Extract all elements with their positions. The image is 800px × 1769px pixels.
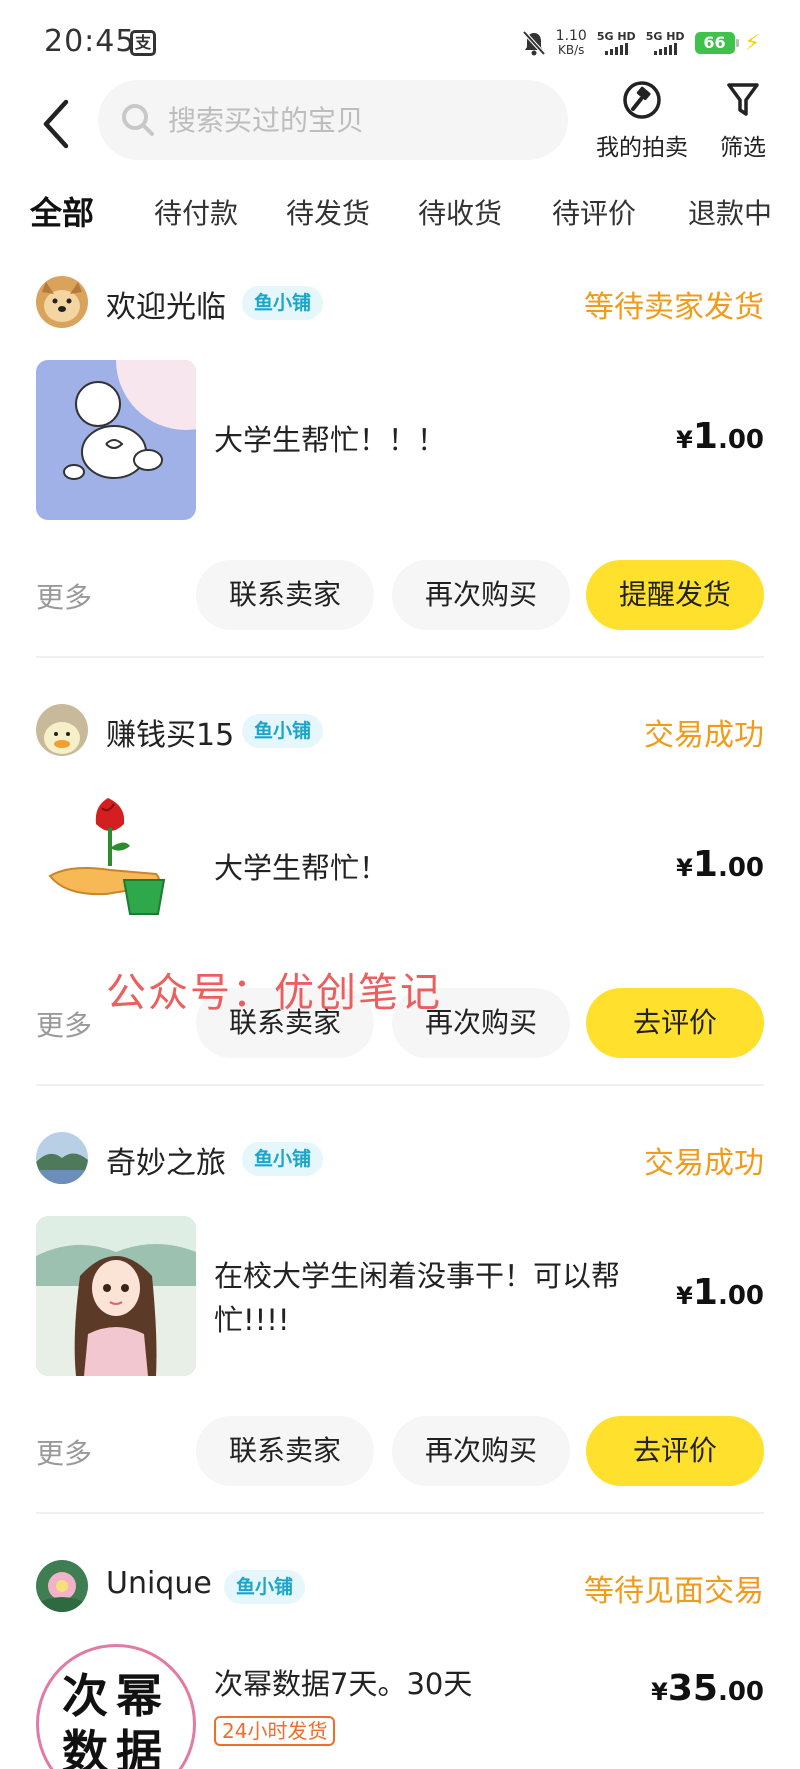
battery-icon: 66 — [694, 32, 739, 54]
signal-bars-icon — [597, 43, 636, 55]
order-tabs: 全部 待付款 待发货 待收货 待评价 退款中 — [0, 188, 800, 248]
shop-avatar[interactable] — [36, 1132, 88, 1184]
review-button[interactable]: 去评价 — [586, 1416, 764, 1486]
search-icon — [122, 104, 154, 136]
tab-pending-shipment[interactable]: 待发货 — [286, 192, 370, 232]
item-title: 次幂数据7天。30天 — [214, 1667, 473, 1701]
filter-funnel-icon — [727, 83, 759, 116]
shop-badge: 鱼小铺 — [242, 1142, 324, 1176]
order-card: Unique 鱼小铺 等待见面交易 次幂数据 次幂数据7天。30天 24小时发货… — [36, 1558, 764, 1769]
item-row[interactable]: 在校大学生闲着没事干！可以帮忙!!!! ¥1.00 — [36, 1216, 764, 1376]
net-speed: 1.10 KB/s — [555, 28, 587, 57]
shop-avatar[interactable] — [36, 276, 88, 328]
signal-sim2: 5G HD — [646, 31, 685, 55]
divider — [36, 1512, 764, 1514]
divider — [36, 656, 764, 658]
order-card: 赚钱买15 鱼小铺 交易成功 大学生帮忙！ ¥1.00 更多 联系卖家 再次购买… — [36, 702, 764, 1102]
order-card: 欢迎光临 鱼小铺 等待卖家发货 大学生帮忙！！！ ¥1.00 更多 联系卖家 再… — [36, 274, 764, 674]
tab-pending-payment[interactable]: 待付款 — [154, 192, 238, 232]
action-row: 更多 联系卖家 再次购买 去评价 — [36, 1416, 764, 1486]
remind-shipment-button[interactable]: 提醒发货 — [586, 560, 764, 630]
item-price: ¥35.00 — [651, 1668, 764, 1709]
filter-label: 筛选 — [720, 135, 766, 161]
item-thumbnail[interactable] — [36, 360, 196, 520]
more-button[interactable]: 更多 — [36, 576, 92, 616]
mute-bell-icon — [522, 30, 546, 56]
buy-again-button[interactable]: 再次购买 — [392, 560, 570, 630]
status-time: 20:45 — [44, 24, 136, 59]
alipay-notification-icon: 支 — [130, 30, 156, 56]
shop-row[interactable]: 赚钱买15 鱼小铺 交易成功 — [36, 702, 764, 758]
thumbnail-text: 次幂数据 — [62, 1669, 170, 1769]
search-bar[interactable] — [98, 80, 568, 160]
shop-row[interactable]: 奇妙之旅 鱼小铺 交易成功 — [36, 1130, 764, 1186]
tab-refunding[interactable]: 退款中 — [688, 192, 772, 232]
shop-name: 奇妙之旅 — [106, 1146, 226, 1181]
item-thumbnail[interactable] — [36, 788, 196, 948]
tab-pending-receipt[interactable]: 待收货 — [418, 192, 502, 232]
more-button[interactable]: 更多 — [36, 1004, 92, 1044]
shop-badge: 鱼小铺 — [242, 286, 324, 320]
item-title-block: 次幂数据7天。30天 24小时发货 — [214, 1662, 644, 1750]
back-arrow-icon[interactable] — [36, 94, 80, 154]
tab-pending-review[interactable]: 待评价 — [552, 192, 636, 232]
signal-bars-icon — [646, 43, 685, 55]
shop-avatar[interactable] — [36, 1560, 88, 1612]
charging-bolt-icon: ⚡ — [744, 30, 760, 56]
status-right: 1.10 KB/s 5G HD 5G HD 66 ⚡ — [522, 26, 760, 60]
item-thumbnail[interactable]: 次幂数据 — [36, 1644, 196, 1769]
shop-badge: 鱼小铺 — [242, 714, 324, 748]
item-title: 大学生帮忙！ — [214, 851, 389, 885]
shop-avatar[interactable] — [36, 704, 88, 756]
tab-all[interactable]: 全部 — [30, 188, 95, 236]
order-status: 等待卖家发货 — [584, 290, 764, 325]
order-card: 奇妙之旅 鱼小铺 交易成功 在校大学生闲着没事干！可以帮忙!!!! ¥1.00 … — [36, 1130, 764, 1530]
shop-name: 欢迎光临 — [106, 290, 226, 325]
item-title: 在校大学生闲着没事干！可以帮忙!!!! — [214, 1259, 621, 1337]
contact-seller-button[interactable]: 联系卖家 — [196, 988, 374, 1058]
shop-name: Unique — [106, 1566, 212, 1601]
filter-button[interactable]: 筛选 — [708, 80, 778, 162]
buy-again-button[interactable]: 再次购买 — [392, 1416, 570, 1486]
shop-row[interactable]: 欢迎光临 鱼小铺 等待卖家发货 — [36, 274, 764, 330]
item-title: 大学生帮忙！！！ — [214, 423, 447, 457]
order-status: 交易成功 — [644, 1146, 764, 1181]
divider — [36, 1084, 764, 1086]
item-price: ¥1.00 — [676, 1272, 764, 1313]
signal-sim1: 5G HD — [597, 31, 636, 55]
shipping-tag: 24小时发货 — [214, 1716, 336, 1746]
shop-badge: 鱼小铺 — [224, 1570, 306, 1604]
shop-name: 赚钱买15 — [106, 718, 235, 753]
action-row: 更多 联系卖家 再次购买 提醒发货 — [36, 560, 764, 630]
more-button[interactable]: 更多 — [36, 1432, 92, 1472]
item-row[interactable]: 大学生帮忙！ ¥1.00 — [36, 788, 764, 948]
item-price: ¥1.00 — [676, 416, 764, 457]
top-header: 我的拍卖 筛选 — [0, 80, 800, 170]
search-input[interactable] — [168, 80, 548, 160]
item-row[interactable]: 次幂数据 次幂数据7天。30天 24小时发货 ¥35.00 — [36, 1644, 764, 1769]
contact-seller-button[interactable]: 联系卖家 — [196, 1416, 374, 1486]
my-auction-button[interactable]: 我的拍卖 — [592, 80, 692, 162]
item-row[interactable]: 大学生帮忙！！！ ¥1.00 — [36, 360, 764, 520]
shop-row[interactable]: Unique 鱼小铺 等待见面交易 — [36, 1558, 764, 1614]
item-price: ¥1.00 — [676, 844, 764, 885]
contact-seller-button[interactable]: 联系卖家 — [196, 560, 374, 630]
item-thumbnail[interactable] — [36, 1216, 196, 1376]
order-status: 交易成功 — [644, 718, 764, 753]
action-row: 更多 联系卖家 再次购买 去评价 — [36, 988, 764, 1058]
order-status: 等待见面交易 — [584, 1574, 764, 1609]
review-button[interactable]: 去评价 — [586, 988, 764, 1058]
auction-hammer-icon — [623, 81, 661, 119]
buy-again-button[interactable]: 再次购买 — [392, 988, 570, 1058]
status-bar: 20:45 支 1.10 KB/s 5G HD 5G HD 66 ⚡ — [0, 0, 800, 80]
my-auction-label: 我的拍卖 — [596, 135, 688, 161]
